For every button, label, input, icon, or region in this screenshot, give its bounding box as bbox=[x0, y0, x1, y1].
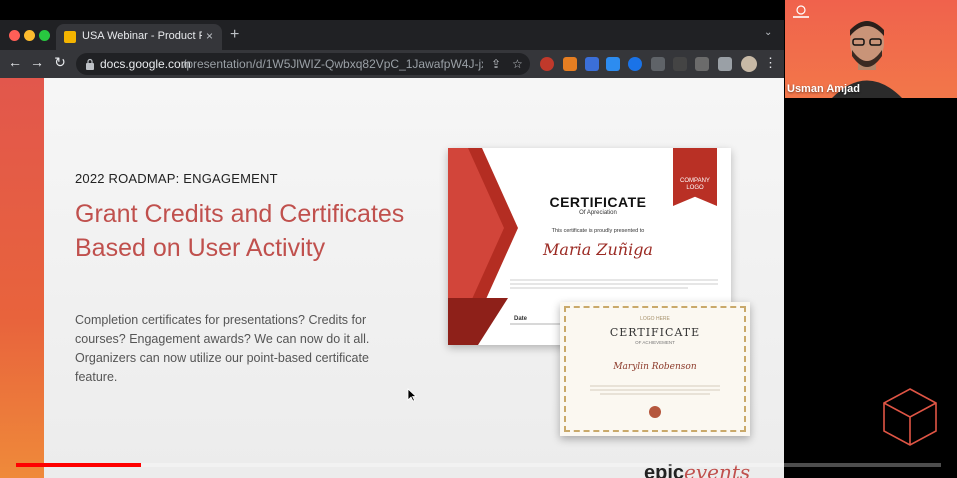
lock-icon bbox=[86, 58, 94, 70]
video-progress-bar[interactable] bbox=[16, 463, 941, 467]
extension-zoom-icon[interactable] bbox=[628, 57, 642, 71]
maximize-window-button[interactable] bbox=[39, 30, 50, 41]
extensions-puzzle-icon[interactable] bbox=[718, 57, 732, 71]
extension-dots-icon[interactable] bbox=[673, 57, 687, 71]
back-button[interactable]: ← bbox=[6, 54, 24, 70]
cube-watermark-icon bbox=[883, 388, 937, 446]
tab-search-chevron-icon[interactable]: ⌄ bbox=[764, 27, 772, 38]
screen: USA Webinar - Product Roadm × + ⌄ ← → ↻ … bbox=[0, 0, 957, 478]
slides-viewport: 2022 ROADMAP: ENGAGEMENT Grant Credits a… bbox=[0, 78, 784, 478]
extension-blue-icon[interactable] bbox=[585, 57, 599, 71]
certificate-main-title: CERTIFICATE bbox=[549, 194, 647, 210]
minimize-window-button[interactable] bbox=[24, 30, 35, 41]
tab-title: USA Webinar - Product Roadm bbox=[82, 30, 202, 42]
certificate-main-presented: This certificate is proudly presented to bbox=[551, 228, 645, 234]
presenter-name: Usman Amjad bbox=[787, 83, 860, 95]
extension-grey-icon[interactable] bbox=[651, 57, 665, 71]
close-window-button[interactable] bbox=[9, 30, 20, 41]
browser-menu-icon[interactable]: ⋮ bbox=[764, 55, 777, 71]
tab-strip: USA Webinar - Product Roadm × + ⌄ bbox=[0, 20, 784, 50]
seal-icon bbox=[649, 406, 661, 418]
company-logo-label: COMPANY LOGO bbox=[680, 178, 710, 191]
url-path: /presentation/d/1W5JlWIZ-Qwbxq82VpC_1Jaw… bbox=[183, 57, 483, 71]
certificate-secondary-subtitle: OF ACHIEVEMENT bbox=[635, 340, 675, 345]
certificate-main-recipient: Maria Zuñiga bbox=[543, 240, 653, 259]
tab-usa-webinar[interactable]: USA Webinar - Product Roadm × bbox=[56, 24, 222, 50]
certificate-secondary-recipient: Marylin Robenson bbox=[613, 362, 697, 372]
slides-favicon-icon bbox=[64, 31, 76, 43]
profile-avatar[interactable] bbox=[741, 56, 757, 72]
reload-button[interactable]: ↻ bbox=[51, 54, 69, 71]
forward-button[interactable]: → bbox=[28, 54, 46, 70]
browser-toolbar: ← → ↻ docs.google.com /presentation/d/1W… bbox=[0, 50, 784, 78]
certificate-secondary-lines bbox=[590, 385, 720, 395]
bookmark-star-icon[interactable]: ☆ bbox=[512, 57, 523, 71]
new-tab-button[interactable]: + bbox=[230, 26, 239, 44]
slide-eyebrow: 2022 ROADMAP: ENGAGEMENT bbox=[75, 171, 278, 186]
certificate-secondary-title: CERTIFICATE bbox=[609, 326, 701, 339]
extension-red-icon[interactable] bbox=[540, 57, 554, 71]
mouse-cursor-icon bbox=[407, 388, 417, 402]
address-bar[interactable]: docs.google.com /presentation/d/1W5JlWIZ… bbox=[76, 53, 530, 75]
epicevents-cam-logo-icon bbox=[793, 5, 809, 18]
slide-body: Completion certificates for presentation… bbox=[75, 313, 370, 384]
slide-accent-band bbox=[0, 78, 44, 478]
share-icon[interactable]: ⇪ bbox=[491, 57, 501, 71]
slide-headline: Grant Credits and Certificates Based on … bbox=[75, 200, 405, 262]
extension-orange-icon[interactable] bbox=[563, 57, 577, 71]
browser-window: USA Webinar - Product Roadm × + ⌄ ← → ↻ … bbox=[0, 20, 784, 478]
certificate-main-subtitle: Of Apreciation bbox=[579, 210, 617, 216]
certificate-main-date-label: Date bbox=[514, 316, 528, 322]
video-played-bar bbox=[16, 463, 141, 467]
certificate-secondary-image: LOGO HERE CERTIFICATE OF ACHIEVEMENT Mar… bbox=[560, 302, 750, 436]
url-host: docs.google.com bbox=[100, 57, 191, 71]
extension-doc-icon[interactable] bbox=[606, 57, 620, 71]
certificate-secondary-brand: LOGO HERE bbox=[640, 316, 670, 322]
slide: 2022 ROADMAP: ENGAGEMENT Grant Credits a… bbox=[44, 78, 784, 478]
extension-link-icon[interactable] bbox=[695, 57, 709, 71]
tab-close-icon[interactable]: × bbox=[206, 29, 213, 43]
